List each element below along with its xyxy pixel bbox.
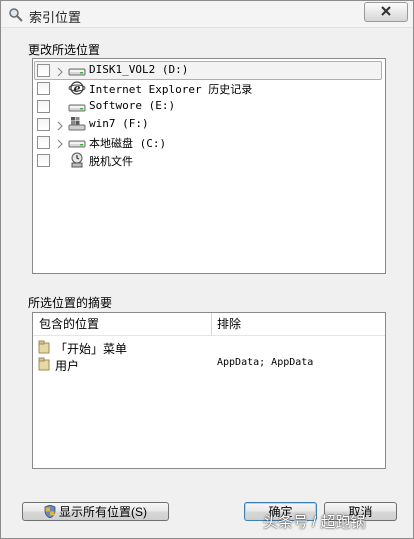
location-item[interactable]: Softwore (E:) (33, 98, 385, 115)
location-label: win7 (F:) (89, 117, 149, 130)
location-item[interactable]: DISK1_VOL2 (D:) (33, 61, 385, 80)
location-label: Internet Explorer 历史记录 (89, 83, 253, 96)
summary-excluded: AppData; AppData (217, 357, 314, 368)
location-label: 本地磁盘 (C:) (89, 137, 167, 150)
location-label: 脱机文件 (89, 155, 133, 168)
drive-icon (68, 62, 86, 78)
change-locations-label: 更改所选位置 (28, 43, 101, 57)
expand-arrow-icon[interactable] (56, 66, 64, 77)
close-button[interactable] (364, 2, 408, 22)
summary-included: 用户 (55, 359, 80, 373)
folder-icon (38, 357, 50, 371)
location-label: DISK1_VOL2 (D:) (89, 63, 189, 76)
show-all-locations-button[interactable]: 显示所有位置(S) (22, 502, 169, 521)
window-title: 索引位置 (29, 10, 82, 25)
summary-label: 所选位置的摘要 (28, 296, 113, 310)
location-checkbox[interactable] (37, 118, 50, 131)
location-checkbox[interactable] (37, 100, 50, 113)
selection-highlight (34, 61, 382, 80)
title-bar: 索引位置 (1, 1, 413, 28)
close-icon (380, 5, 392, 19)
windows-drive-icon (68, 116, 86, 132)
uac-shield-icon (44, 505, 56, 518)
location-item[interactable]: e Internet Explorer 历史记录 (33, 80, 385, 97)
indexed-locations-dialog: 索引位置 更改所选位置 DISK1_VOL2 (D:) e Internet Exp… (0, 0, 414, 539)
location-label: Softwore (E:) (89, 99, 176, 112)
summary-header: 包含的位置 排除 (33, 313, 385, 336)
summary-included: 「开始」菜单 (55, 342, 128, 356)
search-index-icon (8, 7, 24, 23)
svg-text:e: e (74, 82, 81, 95)
folder-icon (38, 340, 50, 354)
offline-files-icon (68, 152, 86, 168)
watermark: 头条号 / 超跑锅 (263, 514, 366, 531)
location-checkbox[interactable] (37, 64, 50, 77)
location-checkbox[interactable] (37, 82, 50, 95)
summary-row: 用户 AppData; AppData (33, 356, 385, 373)
location-item[interactable]: 脱机文件 (33, 152, 385, 169)
expand-arrow-icon[interactable] (56, 120, 64, 131)
drive-icon (68, 98, 86, 114)
column-header-included[interactable]: 包含的位置 (39, 313, 99, 335)
drive-icon (68, 134, 86, 150)
column-header-excluded[interactable]: 排除 (217, 313, 241, 335)
summary-table: 包含的位置 排除 「开始」菜单 用户 AppData; AppData (32, 312, 386, 469)
location-item[interactable]: win7 (F:) (33, 116, 385, 133)
location-checkbox[interactable] (37, 154, 50, 167)
show-all-locations-label: 显示所有位置(S) (59, 505, 147, 519)
summary-row: 「开始」菜单 (33, 339, 385, 356)
expand-arrow-icon[interactable] (56, 138, 64, 149)
column-divider[interactable] (211, 313, 212, 335)
location-checkbox[interactable] (37, 136, 50, 149)
locations-tree[interactable]: DISK1_VOL2 (D:) e Internet Explorer 历史记录 So… (32, 58, 386, 274)
ie-icon: e (68, 80, 86, 96)
location-item[interactable]: 本地磁盘 (C:) (33, 134, 385, 151)
